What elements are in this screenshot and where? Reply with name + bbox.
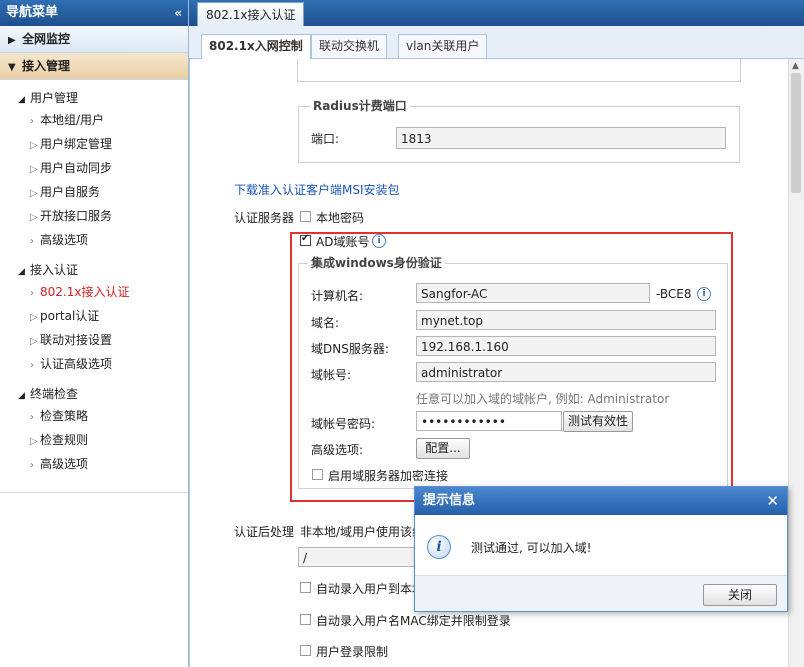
dialog-body: i 测试通过, 可以加入域! (415, 515, 787, 575)
info-dialog: 提示信息 ✕ i 测试通过, 可以加入域! 关闭 (414, 486, 788, 612)
item-label: portal认证 (40, 309, 100, 323)
item-label: 检查规则 (40, 433, 89, 447)
item-label: 检查策略 (40, 409, 89, 423)
scroll-up-icon[interactable]: ▲ (792, 61, 799, 71)
item-label: 用户绑定管理 (40, 137, 113, 151)
item-label: 本地组/用户 (40, 113, 105, 127)
item-label: 高级选项 (40, 233, 89, 247)
item-label: 认证高级选项 (40, 357, 113, 371)
dialog-footer: 关闭 (415, 575, 787, 611)
caret-down-icon: ▼ (8, 62, 16, 73)
caret-icon: › (30, 360, 34, 371)
auto-bind-mac-label: 自动录入用户名MAC绑定并限制登录 (316, 614, 511, 628)
sidebar-group-user-mgmt[interactable]: ◢ 用户管理 (0, 88, 188, 108)
login-limit-checkbox[interactable] (300, 645, 311, 656)
item-label: 用户自动同步 (40, 161, 113, 175)
sidebar-section-access[interactable]: ▼ 接入管理 (0, 53, 188, 80)
sub-tabbar: 802.1x入网控制 联动交换机 vlan关联用户 (189, 26, 804, 59)
vertical-scrollbar[interactable]: ▲ (788, 59, 804, 667)
auth-server-label: 认证服务器 (234, 211, 295, 225)
caret-icon: ▷ (30, 212, 38, 223)
triangle-down-icon: ◢ (18, 95, 25, 105)
sidebar-item-linkage[interactable]: ▷ 联动对接设置 (0, 328, 188, 352)
dialog-title: 提示信息 (423, 493, 476, 508)
sidebar-group-access-auth[interactable]: ◢ 接入认证 (0, 260, 188, 280)
caret-icon: › (30, 412, 34, 423)
sidebar-section-label: 接入管理 (22, 59, 71, 73)
auto-add-user-label: 自动录入用户到本地 (316, 582, 418, 596)
navigation-sidebar: 导航菜单 « ▶ 全网监控 ▼ 接入管理 ◢ 用户管理 › 本地组/用户 ▷ 用户绑定管理… (0, 0, 189, 667)
sidebar-item-advanced[interactable]: › 高级选项 (0, 228, 188, 252)
sidebar-header: 导航菜单 « (0, 0, 188, 26)
auto-bind-mac-checkbox[interactable] (300, 614, 311, 625)
sidebar-item-check-policy[interactable]: › 检查策略 (0, 404, 188, 428)
caret-icon: ▷ (30, 188, 38, 199)
radius-port-label: 端口: (311, 132, 340, 146)
sidebar-title: 导航菜单 (6, 5, 59, 20)
item-label: 开放接口服务 (40, 209, 113, 223)
caret-right-icon: ▶ (8, 35, 16, 46)
collapse-icon[interactable]: « (174, 0, 182, 26)
tab-8021x-control[interactable]: 802.1x入网控制 (201, 34, 311, 59)
post-auth-label: 认证后处理 (234, 525, 295, 539)
group-label: 接入认证 (30, 263, 79, 277)
sidebar-item-auth-advanced[interactable]: › 认证高级选项 (0, 352, 188, 376)
tab-8021x-auth[interactable]: 802.1x接入认证 (197, 2, 305, 27)
dialog-titlebar: 提示信息 ✕ (415, 487, 787, 515)
caret-icon: ▷ (30, 140, 38, 151)
sidebar-item-endpoint-advanced[interactable]: › 高级选项 (0, 452, 188, 476)
download-msi-link[interactable]: 下载准入认证客户端MSI安装包 (234, 181, 400, 198)
post-auth-group-input[interactable]: / (298, 547, 418, 567)
caret-icon: ▷ (30, 164, 38, 175)
auto-add-user-checkbox[interactable] (300, 582, 311, 593)
sidebar-item-user-binding[interactable]: ▷ 用户绑定管理 (0, 132, 188, 156)
caret-icon: › (30, 460, 34, 471)
scroll-thumb[interactable] (791, 73, 801, 193)
sidebar-item-open-api[interactable]: ▷ 开放接口服务 (0, 204, 188, 228)
caret-icon: › (30, 236, 34, 247)
sidebar-divider (0, 492, 188, 493)
triangle-down-icon: ◢ (18, 391, 25, 401)
sidebar-group-endpoint[interactable]: ◢ 终端检查 (0, 384, 188, 404)
caret-icon: ▷ (30, 312, 38, 323)
triangle-down-icon: ◢ (18, 267, 25, 277)
group-label: 终端检查 (30, 387, 79, 401)
caret-icon: › (30, 116, 34, 127)
radius-legend: Radius计费端口 (310, 97, 410, 114)
item-label: 联动对接设置 (40, 333, 113, 347)
caret-icon: ▷ (30, 436, 38, 447)
dialog-message: 测试通过, 可以加入域! (471, 541, 592, 555)
caret-icon: ▷ (30, 336, 38, 347)
local-password-label: 本地密码 (316, 211, 365, 225)
close-icon[interactable]: ✕ (766, 487, 779, 515)
caret-icon: › (30, 288, 34, 299)
highlight-box (290, 232, 733, 502)
top-tabbar: 802.1x接入认证 (189, 0, 804, 27)
dialog-close-button[interactable]: 关闭 (703, 584, 777, 606)
item-label: 高级选项 (40, 457, 89, 471)
sidebar-item-check-rules[interactable]: ▷ 检查规则 (0, 428, 188, 452)
item-label: 用户自服务 (40, 185, 101, 199)
local-password-checkbox[interactable] (300, 211, 311, 222)
tab-vlan-users[interactable]: vlan关联用户 (398, 34, 488, 58)
info-icon: i (427, 535, 451, 559)
sidebar-item-portal[interactable]: ▷ portal认证 (0, 304, 188, 328)
sidebar-item-self-service[interactable]: ▷ 用户自服务 (0, 180, 188, 204)
post-auth-desc: 非本地/域用户使用该组 (300, 525, 418, 539)
item-label: 802.1x接入认证 (40, 285, 130, 299)
sidebar-item-user-sync[interactable]: ▷ 用户自动同步 (0, 156, 188, 180)
sidebar-section-label: 全网监控 (22, 32, 71, 46)
group-label: 用户管理 (30, 91, 79, 105)
tab-linkage-switch[interactable]: 联动交换机 (311, 34, 388, 58)
fieldset-remnant (297, 59, 741, 82)
sidebar-item-local-users[interactable]: › 本地组/用户 (0, 108, 188, 132)
login-limit-label: 用户登录限制 (316, 645, 389, 659)
sidebar-item-8021x[interactable]: › 802.1x接入认证 (0, 280, 188, 304)
sidebar-section-monitor[interactable]: ▶ 全网监控 (0, 26, 188, 53)
radius-port-input[interactable]: 1813 (396, 127, 726, 149)
